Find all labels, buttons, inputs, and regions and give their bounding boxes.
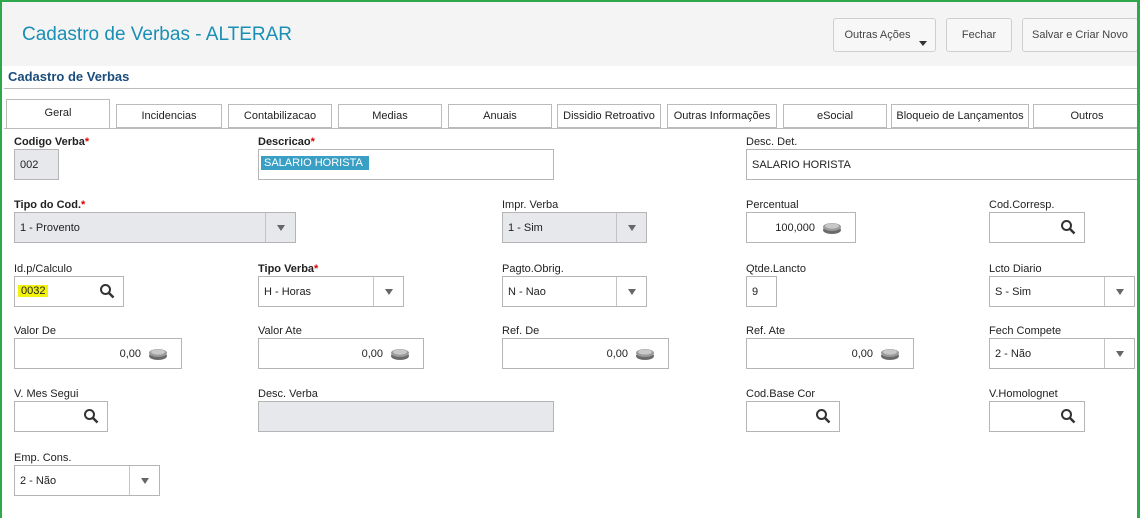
chevron-down-icon — [919, 41, 927, 46]
desc-det-label: Desc. Det. — [746, 136, 798, 148]
outras-acoes-label: Outras Ações — [844, 29, 911, 41]
outras-acoes-button[interactable]: Outras Ações — [833, 18, 936, 52]
tab-medias[interactable]: Medias — [338, 104, 442, 128]
coin-stack-icon[interactable] — [147, 347, 169, 361]
search-icon[interactable] — [1060, 219, 1076, 235]
header-bar: Cadastro de Verbas - ALTERAR Outras Açõe… — [2, 2, 1137, 66]
chevron-down-icon[interactable] — [373, 277, 403, 306]
chevron-down-icon[interactable] — [129, 466, 159, 495]
salvar-criar-novo-button[interactable]: Salvar e Criar Novo — [1022, 18, 1137, 52]
chevron-down-icon[interactable] — [1104, 277, 1134, 306]
ref-de-label: Ref. De — [502, 325, 540, 337]
lcto-diario-label: Lcto Diario — [989, 263, 1042, 275]
tab-anuais[interactable]: Anuais — [448, 104, 552, 128]
tipo-verba-select[interactable]: H - Horas — [258, 276, 404, 307]
cod-corresp-field[interactable] — [989, 212, 1085, 243]
descricao-field[interactable]: SALARIO HORISTA — [258, 149, 554, 180]
tipo-cod-label: Tipo do Cod.* — [14, 199, 86, 211]
coin-stack-icon[interactable] — [634, 347, 656, 361]
impr-verba-select[interactable]: 1 - Sim — [502, 212, 647, 243]
percentual-field[interactable]: 100,000 — [746, 212, 856, 243]
tab-contabilizacao[interactable]: Contabilizacao — [228, 104, 332, 128]
search-icon[interactable] — [99, 283, 115, 299]
tab-esocial[interactable]: eSocial — [783, 104, 887, 128]
desc-verba-label: Desc. Verba — [258, 388, 318, 400]
valor-ate-field[interactable]: 0,00 — [258, 338, 424, 369]
qtde-lancto-field[interactable]: 9 — [746, 276, 777, 307]
emp-cons-select[interactable]: 2 - Não — [14, 465, 160, 496]
lcto-diario-select[interactable]: S - Sim — [989, 276, 1135, 307]
id-calculo-label: Id.p/Calculo — [14, 263, 73, 275]
coin-stack-icon[interactable] — [879, 347, 901, 361]
valor-de-field[interactable]: 0,00 — [14, 338, 182, 369]
percentual-label: Percentual — [746, 199, 799, 211]
cod-corresp-label: Cod.Corresp. — [989, 199, 1055, 211]
qtde-lancto-label: Qtde.Lancto — [746, 263, 806, 275]
tipo-cod-select[interactable]: 1 - Provento — [14, 212, 296, 243]
id-calculo-field[interactable]: 0032 — [14, 276, 124, 307]
chevron-down-icon[interactable] — [616, 277, 646, 306]
v-mes-segui-label: V. Mes Segui — [14, 388, 79, 400]
pagto-obrig-select[interactable]: N - Nao — [502, 276, 647, 307]
tab-bloqueio-lancamentos[interactable]: Bloqueio de Lançamentos — [891, 104, 1029, 128]
pagto-obrig-label: Pagto.Obrig. — [502, 263, 564, 275]
v-mes-segui-field[interactable] — [14, 401, 108, 432]
section-divider — [4, 88, 1137, 89]
tab-geral[interactable]: Geral — [6, 99, 110, 129]
ref-ate-label: Ref. Ate — [746, 325, 786, 337]
codigo-verba-field[interactable]: 002 — [14, 149, 59, 180]
fech-compete-label: Fech Compete — [989, 325, 1062, 337]
emp-cons-label: Emp. Cons. — [14, 452, 72, 464]
desc-det-field[interactable]: SALARIO HORISTA — [746, 149, 1137, 180]
v-homolognet-field[interactable] — [989, 401, 1085, 432]
cod-base-cor-field[interactable] — [746, 401, 840, 432]
tabs-divider — [4, 128, 1137, 129]
chevron-down-icon[interactable] — [265, 213, 295, 242]
fech-compete-select[interactable]: 2 - Não — [989, 338, 1135, 369]
codigo-verba-label: Codigo Verba* — [14, 136, 90, 148]
tab-incidencias[interactable]: Incidencias — [116, 104, 222, 128]
coin-stack-icon[interactable] — [821, 221, 843, 235]
valor-ate-label: Valor Ate — [258, 325, 302, 337]
tab-outras-informacoes[interactable]: Outras Informações — [667, 104, 777, 128]
coin-stack-icon[interactable] — [389, 347, 411, 361]
tipo-verba-label: Tipo Verba* — [258, 263, 319, 275]
search-icon[interactable] — [815, 408, 831, 424]
v-homolognet-label: V.Homolognet — [989, 388, 1058, 400]
ref-de-field[interactable]: 0,00 — [502, 338, 669, 369]
chevron-down-icon[interactable] — [616, 213, 646, 242]
tab-outros[interactable]: Outros — [1033, 104, 1137, 128]
chevron-down-icon[interactable] — [1104, 339, 1134, 368]
descricao-label: Descricao* — [258, 136, 315, 148]
window-frame: Cadastro de Verbas - ALTERAR Outras Açõe… — [0, 0, 1140, 518]
section-title: Cadastro de Verbas — [8, 69, 130, 84]
valor-de-label: Valor De — [14, 325, 56, 337]
page-title: Cadastro de Verbas - ALTERAR — [22, 24, 292, 45]
tab-dissidio-retroativo[interactable]: Dissidio Retroativo — [557, 104, 661, 128]
fechar-button[interactable]: Fechar — [946, 18, 1012, 52]
ref-ate-field[interactable]: 0,00 — [746, 338, 914, 369]
desc-verba-field[interactable] — [258, 401, 554, 432]
impr-verba-label: Impr. Verba — [502, 199, 559, 211]
search-icon[interactable] — [1060, 408, 1076, 424]
cod-base-cor-label: Cod.Base Cor — [746, 388, 816, 400]
search-icon[interactable] — [83, 408, 99, 424]
